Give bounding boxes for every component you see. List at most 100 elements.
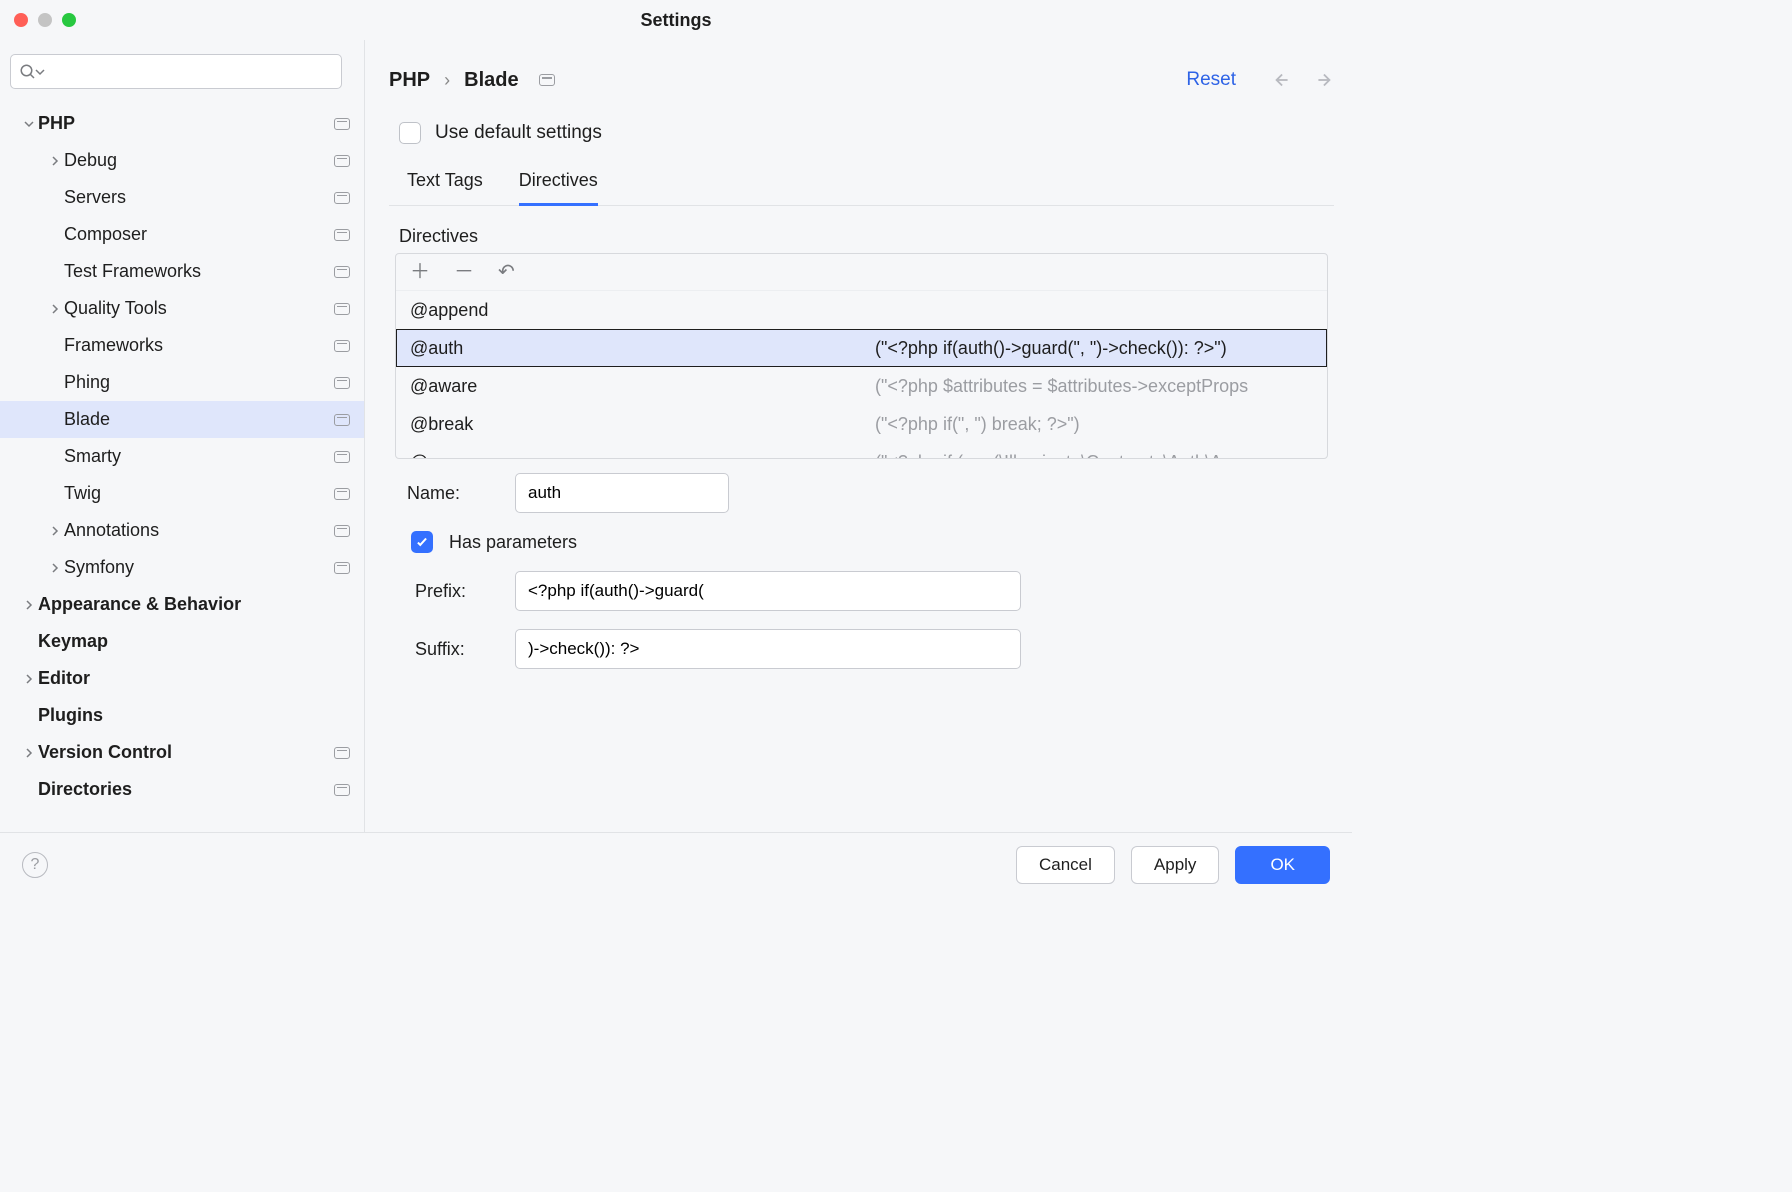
- sidebar-item-test-frameworks[interactable]: Test Frameworks: [0, 253, 364, 290]
- search-field[interactable]: [45, 63, 333, 80]
- sidebar-item-debug[interactable]: Debug: [0, 142, 364, 179]
- sidebar-item-label: Plugins: [38, 705, 350, 726]
- sidebar-item-version-control[interactable]: Version Control: [0, 734, 364, 771]
- apply-button[interactable]: Apply: [1131, 846, 1220, 884]
- sidebar-item-label: Composer: [64, 224, 334, 245]
- sidebar-item-label: Appearance & Behavior: [38, 594, 350, 615]
- disclosure-icon: [46, 263, 64, 281]
- disclosure-icon[interactable]: [46, 559, 64, 577]
- has-params-label: Has parameters: [449, 532, 577, 553]
- nav-back-icon[interactable]: [1272, 69, 1294, 91]
- tabs: Text Tags Directives: [389, 162, 1334, 206]
- directive-expansion: ("<?php $attributes = $attributes->excep…: [875, 376, 1313, 397]
- breadcrumb: PHP › Blade Reset: [389, 58, 1334, 102]
- nav-forward-icon[interactable]: [1312, 69, 1334, 91]
- directive-expansion: ("<?php if (app(\Illuminate\Contracts\Au…: [875, 452, 1313, 459]
- sidebar-item-servers[interactable]: Servers: [0, 179, 364, 216]
- disclosure-icon[interactable]: [46, 152, 64, 170]
- sidebar-item-label: Test Frameworks: [64, 261, 334, 282]
- disclosure-icon[interactable]: [46, 522, 64, 540]
- prefix-field[interactable]: [515, 571, 1021, 611]
- help-button[interactable]: ?: [22, 852, 48, 878]
- scope-badge-icon: [334, 340, 350, 352]
- has-params-row[interactable]: Has parameters: [411, 531, 1328, 553]
- settings-tree[interactable]: PHP Debug Servers Composer Test Frameworks Qu…: [0, 99, 364, 832]
- cancel-button[interactable]: Cancel: [1016, 846, 1115, 884]
- sidebar-item-label: Debug: [64, 150, 334, 171]
- sidebar-item-appearance-behavior[interactable]: Appearance & Behavior: [0, 586, 364, 623]
- add-button[interactable]: ＋: [410, 262, 430, 282]
- scope-badge-icon: [334, 155, 350, 167]
- remove-button[interactable]: －: [454, 262, 474, 282]
- directive-row[interactable]: @can("<?php if (app(\Illuminate\Contract…: [396, 443, 1327, 458]
- sidebar-item-php[interactable]: PHP: [0, 105, 364, 142]
- sidebar-item-composer[interactable]: Composer: [0, 216, 364, 253]
- use-default-row[interactable]: Use default settings: [399, 122, 1334, 144]
- sidebar-item-label: Twig: [64, 483, 334, 504]
- dialog-footer: ? Cancel Apply OK: [0, 832, 1352, 896]
- directive-row[interactable]: @auth ("<?php if(auth()->guard(", ")->che…: [396, 329, 1327, 367]
- directives-list: ＋ － ↶ @append @auth ("<?php if(auth()->gua…: [395, 253, 1328, 459]
- sidebar-item-blade[interactable]: Blade: [0, 401, 364, 438]
- tab-text-tags[interactable]: Text Tags: [407, 162, 483, 205]
- directives-toolbar: ＋ － ↶: [396, 254, 1327, 291]
- name-label: Name:: [407, 483, 493, 504]
- directive-row[interactable]: @break("<?php if(", ") break; ?>"): [396, 405, 1327, 443]
- sidebar-item-frameworks[interactable]: Frameworks: [0, 327, 364, 364]
- sidebar-item-label: Phing: [64, 372, 334, 393]
- directive-row[interactable]: @aware ("<?php $attributes = $attributes-…: [396, 367, 1327, 405]
- has-params-checkbox[interactable]: [411, 531, 433, 553]
- sidebar-item-label: Frameworks: [64, 335, 334, 356]
- tab-directives[interactable]: Directives: [519, 162, 598, 206]
- sidebar-item-smarty[interactable]: Smarty: [0, 438, 364, 475]
- sidebar-item-editor[interactable]: Editor: [0, 660, 364, 697]
- directive-row[interactable]: @append: [396, 291, 1327, 329]
- sidebar-item-label: Annotations: [64, 520, 334, 541]
- scope-badge-icon: [334, 377, 350, 389]
- disclosure-icon[interactable]: [20, 115, 38, 133]
- sidebar-item-plugins[interactable]: Plugins: [0, 697, 364, 734]
- breadcrumb-root: PHP: [389, 69, 430, 92]
- disclosure-icon: [46, 226, 64, 244]
- disclosure-icon[interactable]: [20, 596, 38, 614]
- directive-name: @auth: [410, 338, 863, 359]
- disclosure-icon[interactable]: [20, 744, 38, 762]
- disclosure-icon: [46, 337, 64, 355]
- revert-button[interactable]: ↶: [498, 262, 515, 282]
- scope-badge-icon: [334, 562, 350, 574]
- check-icon: [415, 535, 429, 549]
- directive-name: @aware: [410, 376, 863, 397]
- reset-link[interactable]: Reset: [1186, 69, 1236, 91]
- directive-expansion: ("<?php if(auth()->guard(", ")->check())…: [875, 338, 1313, 359]
- suffix-field[interactable]: [515, 629, 1021, 669]
- sidebar-item-label: Keymap: [38, 631, 350, 652]
- disclosure-icon: [46, 485, 64, 503]
- suffix-label: Suffix:: [407, 639, 493, 660]
- sidebar-item-phing[interactable]: Phing: [0, 364, 364, 401]
- scope-badge-icon: [334, 303, 350, 315]
- directive-form: Name: Has parameters Prefix: Suffix:: [407, 473, 1328, 669]
- directives-rows[interactable]: @append @auth ("<?php if(auth()->guard(", …: [396, 291, 1327, 458]
- disclosure-icon: [46, 189, 64, 207]
- sidebar-item-keymap[interactable]: Keymap: [0, 623, 364, 660]
- use-default-checkbox[interactable]: [399, 122, 421, 144]
- sidebar-item-directories[interactable]: Directories: [0, 771, 364, 808]
- disclosure-icon[interactable]: [20, 670, 38, 688]
- scope-badge-icon: [539, 74, 555, 86]
- sidebar-item-quality-tools[interactable]: Quality Tools: [0, 290, 364, 327]
- name-field[interactable]: [515, 473, 729, 513]
- sidebar-item-twig[interactable]: Twig: [0, 475, 364, 512]
- chevron-down-icon: [35, 67, 45, 77]
- sidebar-item-label: Blade: [64, 409, 334, 430]
- breadcrumb-leaf: Blade: [464, 69, 518, 92]
- scope-badge-icon: [334, 266, 350, 278]
- disclosure-icon: [20, 633, 38, 651]
- sidebar-item-annotations[interactable]: Annotations: [0, 512, 364, 549]
- directive-expansion: ("<?php if(", ") break; ?>"): [875, 414, 1313, 435]
- sidebar-item-label: Version Control: [38, 742, 334, 763]
- search-input[interactable]: [10, 54, 342, 89]
- sidebar-item-label: Symfony: [64, 557, 334, 578]
- disclosure-icon[interactable]: [46, 300, 64, 318]
- sidebar-item-symfony[interactable]: Symfony: [0, 549, 364, 586]
- ok-button[interactable]: OK: [1235, 846, 1330, 884]
